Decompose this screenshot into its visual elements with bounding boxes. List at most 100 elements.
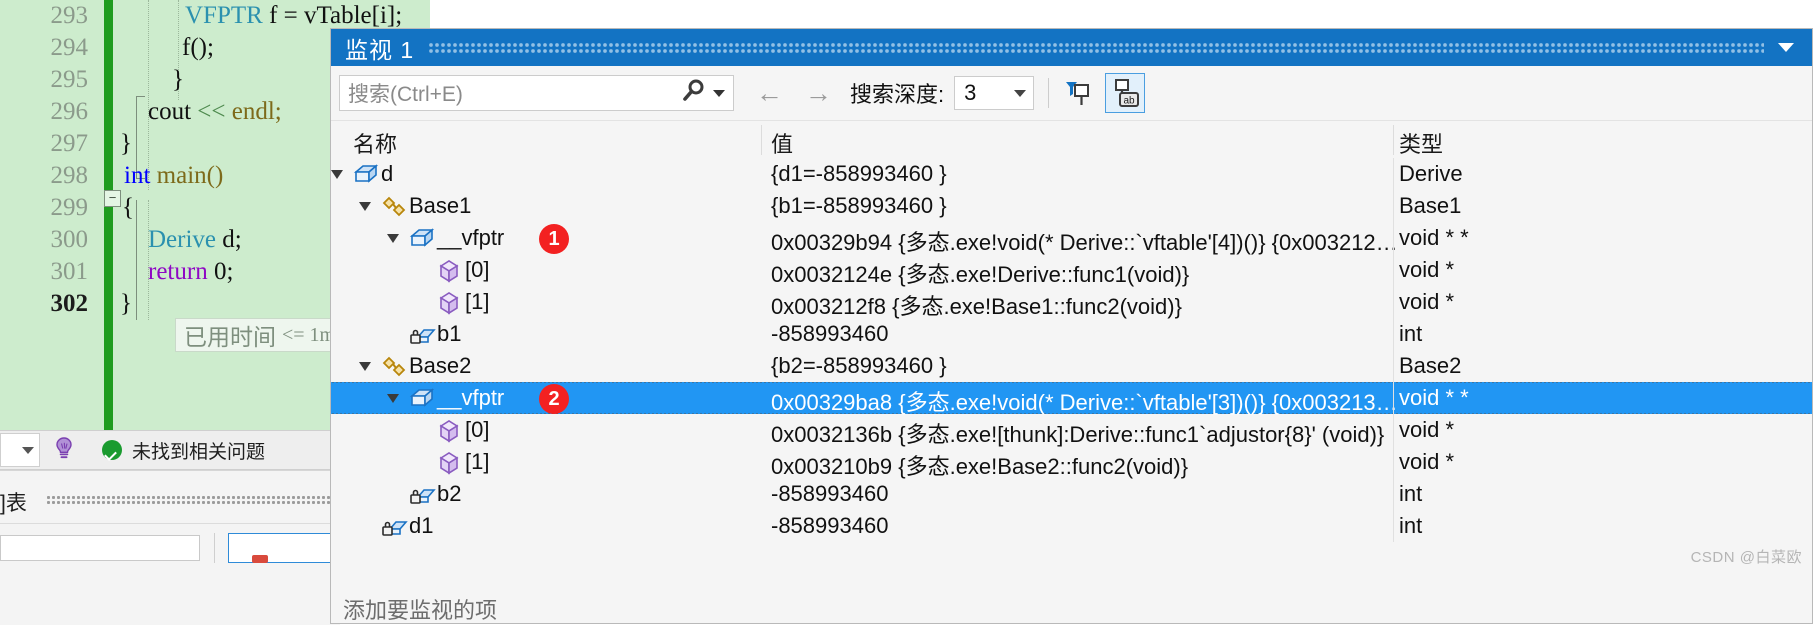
table-row[interactable]: [0] 0x0032124e {多态.exe!Derive::func1(void… — [331, 254, 1812, 289]
title-drag-dots — [428, 42, 1764, 53]
tree-expander-icon[interactable] — [387, 234, 399, 243]
search-back-button[interactable]: ← — [756, 78, 783, 109]
variable-name: Base1 — [409, 193, 472, 218]
name-cell[interactable]: __vfptr 1 — [331, 222, 761, 254]
chevron-down-icon[interactable] — [1014, 89, 1027, 97]
table-row[interactable]: b2 -858993460 int — [331, 478, 1812, 510]
search-depth-value: 3 — [964, 80, 977, 105]
name-cell[interactable]: d — [331, 158, 761, 190]
elapsed-time-label: 已用时间 — [184, 325, 276, 350]
search-depth-input[interactable]: 3 — [954, 76, 1035, 110]
variable-value[interactable]: 0x0032136b {多态.exe![thunk]:Derive::func1… — [771, 417, 1396, 449]
bottom-input-field[interactable] — [0, 535, 200, 561]
line-number: 301 — [50, 258, 89, 285]
variable-type: int — [1399, 513, 1423, 538]
bottom-tool-pane: ]表 — [0, 470, 340, 625]
name-cell[interactable]: b2 — [331, 478, 761, 510]
variable-name: d — [381, 161, 394, 186]
column-header-name[interactable]: 名称 — [353, 127, 397, 159]
watch-add-item-row[interactable]: 添加要监视的项 — [331, 591, 1812, 623]
variable-value[interactable]: {b2=-858993460 } — [771, 353, 1396, 379]
variable-value[interactable]: {b1=-858993460 } — [771, 193, 1396, 219]
table-row[interactable]: d {d1=-858993460 } Derive — [331, 158, 1812, 190]
table-row[interactable]: __vfptr 2 0x00329ba8 {多态.exe!void(* Derive… — [331, 382, 1812, 417]
search-input[interactable]: 搜索(Ctrl+E) — [339, 75, 734, 111]
name-cell[interactable]: [0] — [331, 254, 761, 286]
pin-ab-icon[interactable]: ab — [1105, 73, 1146, 113]
chevron-down-icon[interactable] — [1778, 43, 1794, 52]
variable-value[interactable]: 0x003210b9 {多态.exe!Base2::func2(void)} — [771, 449, 1396, 481]
tree-expander-icon[interactable] — [359, 362, 371, 371]
code-token-derive: Derive — [148, 226, 217, 253]
table-row[interactable]: d1 -858993460 int — [331, 510, 1812, 542]
fold-toggle-main[interactable]: − — [104, 190, 121, 207]
table-row[interactable]: b1 -858993460 int — [331, 318, 1812, 350]
name-cell[interactable]: d1 — [331, 510, 761, 542]
search-forward-button[interactable]: → — [805, 78, 832, 109]
variable-value[interactable]: -858993460 — [771, 513, 1396, 539]
code-token-return: return — [148, 258, 214, 285]
variable-value[interactable]: 0x00329b94 {多态.exe!void(* Derive::`vftab… — [771, 225, 1396, 257]
variable-name: Base2 — [409, 353, 472, 378]
lightbulb-icon[interactable] — [50, 434, 78, 467]
table-row[interactable]: [0] 0x0032136b {多态.exe![thunk]:Derive::fu… — [331, 414, 1812, 449]
code-line-293: VFPTR f = vTable[i]; — [185, 2, 402, 30]
pin-filtered-icon[interactable] — [1057, 73, 1097, 113]
code-line-299: { — [122, 194, 134, 221]
search-icon[interactable] — [679, 76, 709, 111]
struct-icon — [409, 387, 435, 410]
variable-type: void * * — [1399, 385, 1469, 410]
code-line-302: } — [120, 290, 132, 317]
struct-icon — [353, 163, 379, 186]
variable-name: d1 — [409, 513, 434, 538]
search-options-chevron-icon[interactable] — [713, 89, 725, 97]
variable-type: void * — [1399, 417, 1455, 442]
column-divider[interactable] — [1393, 125, 1394, 155]
code-token-cout: cout — [148, 98, 198, 125]
variable-type: void * — [1399, 289, 1455, 314]
column-divider[interactable] — [761, 125, 762, 155]
error-status: 未找到相关问题 — [102, 437, 265, 464]
name-cell[interactable]: __vfptr 2 — [331, 382, 761, 414]
variable-type: Base2 — [1399, 353, 1462, 378]
variable-value[interactable]: 0x003212f8 {多态.exe!Base1::func2(void)} — [771, 289, 1396, 321]
element-icon — [437, 259, 461, 283]
watch-title-bar[interactable]: 监视 1 — [331, 29, 1812, 66]
elapsed-time-tooltip: 已用时间 <= 1ms — [175, 318, 352, 352]
variable-value[interactable]: -858993460 — [771, 481, 1396, 507]
table-row[interactable]: __vfptr 1 0x00329b94 {多态.exe!void(* Derive… — [331, 222, 1812, 257]
tree-expander-icon[interactable] — [387, 394, 399, 403]
name-cell[interactable]: [1] — [331, 446, 761, 478]
search-depth-label: 搜索深度: — [850, 82, 945, 107]
variable-value[interactable]: 0x0032124e {多态.exe!Derive::func1(void)} — [771, 257, 1396, 289]
name-cell[interactable]: b1 — [331, 318, 761, 350]
table-row[interactable]: Base2 {b2=-858993460 } Base2 — [331, 350, 1812, 382]
variable-value[interactable]: 0x00329ba8 {多态.exe!void(* Derive::`vftab… — [771, 385, 1396, 417]
bottom-focused-field[interactable] — [228, 533, 340, 563]
annotation-badge: 1 — [539, 224, 569, 254]
column-header-type[interactable]: 类型 — [1399, 127, 1443, 159]
table-row[interactable]: Base1 {b1=-858993460 } Base1 — [331, 190, 1812, 222]
cell-divider — [1393, 350, 1394, 382]
table-row[interactable]: [1] 0x003210b9 {多态.exe!Base2::func2(void)… — [331, 446, 1812, 481]
tree-expander-icon[interactable] — [359, 202, 371, 211]
name-cell[interactable]: Base2 — [331, 350, 761, 382]
line-number: 299 — [50, 194, 89, 221]
watch-variable-tree[interactable]: d {d1=-858993460 } Derive Base1 {b1=-8589934… — [331, 158, 1812, 588]
name-cell[interactable]: [0] — [331, 414, 761, 446]
variable-value[interactable]: {d1=-858993460 } — [771, 161, 1396, 187]
tree-expander-icon[interactable] — [331, 170, 343, 179]
drag-dots — [46, 495, 332, 504]
field-private-icon — [381, 515, 408, 538]
error-filter-dropdown[interactable] — [0, 433, 40, 467]
variable-value[interactable]: -858993460 — [771, 321, 1396, 347]
name-cell[interactable]: Base1 — [331, 190, 761, 222]
name-cell[interactable]: [1] — [331, 286, 761, 318]
bottom-pane-label: ]表 — [0, 492, 27, 515]
table-row[interactable]: [1] 0x003212f8 {多态.exe!Base1::func2(void)… — [331, 286, 1812, 321]
check-circle-icon — [102, 440, 122, 460]
code-token-int: int — [124, 162, 157, 189]
variable-name: [0] — [465, 417, 490, 442]
code-line-301: return 0; — [148, 258, 233, 286]
column-header-value[interactable]: 值 — [771, 127, 793, 159]
